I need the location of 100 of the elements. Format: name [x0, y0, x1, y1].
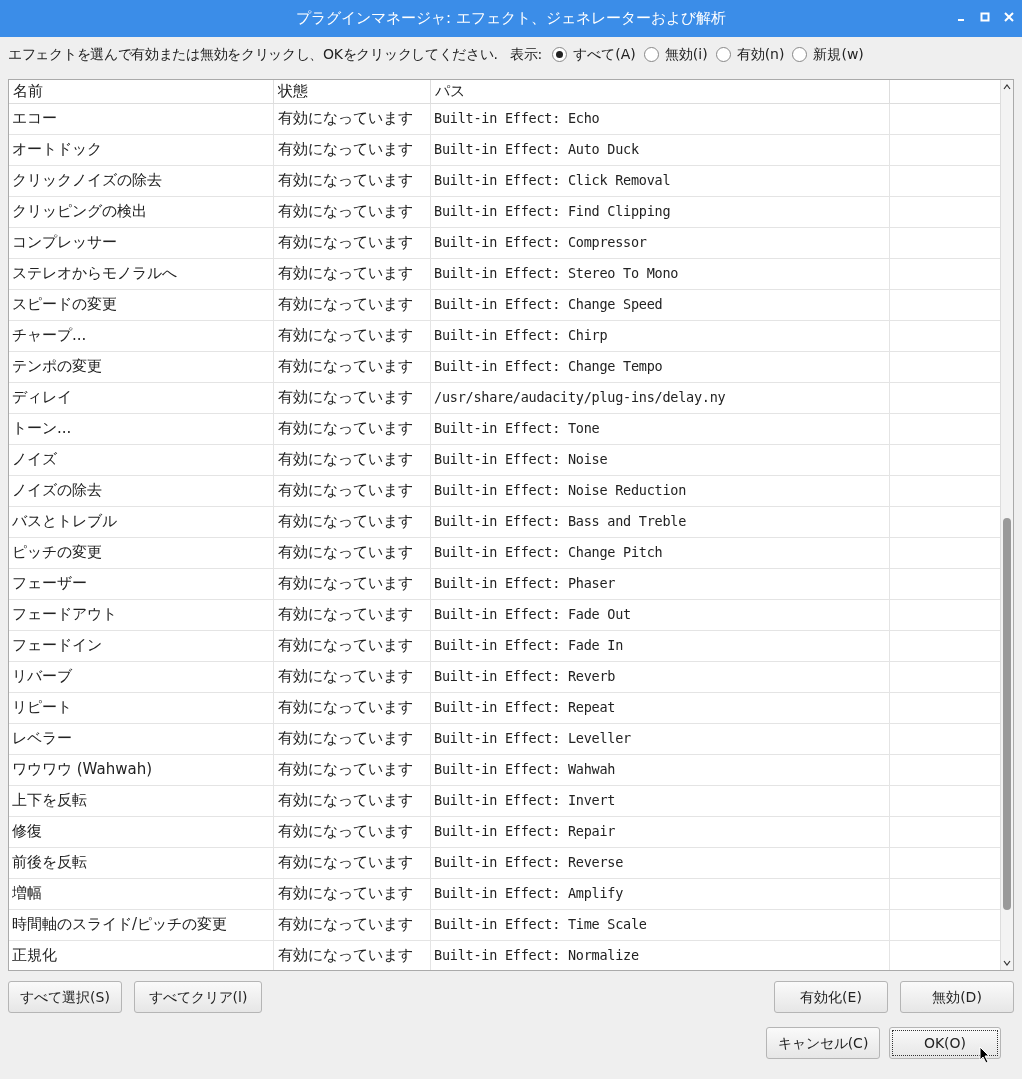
table-cell: 有効になっています: [274, 878, 431, 909]
table-cell: Built-in Effect: Wahwah: [431, 754, 890, 785]
table-cell: ピッチの変更: [9, 537, 274, 568]
table-cell: コンプレッサー: [9, 227, 274, 258]
close-icon[interactable]: [1004, 12, 1014, 22]
table-cell: 前後を反転: [9, 847, 274, 878]
column-header[interactable]: パス: [431, 80, 890, 103]
table-cell: 有効になっています: [274, 289, 431, 320]
table-cell: 有効になっています: [274, 692, 431, 723]
table-cell: 有効になっています: [274, 382, 431, 413]
window-title: プラグインマネージャ: エフェクト、ジェネレーターおよび解析: [296, 8, 726, 30]
radio-label[interactable]: すべて(A): [573, 43, 636, 65]
radio-label[interactable]: 有効(n): [736, 43, 785, 65]
table-cell: フェードイン: [9, 630, 274, 661]
table-cell: Built-in Effect: Click Removal: [431, 165, 890, 196]
table-cell: Built-in Effect: Noise: [431, 444, 890, 475]
table-cell: Built-in Effect: Invert: [431, 785, 890, 816]
table-cell: Built-in Effect: Fade In: [431, 630, 890, 661]
table-cell: 修復: [9, 816, 274, 847]
table-cell: 有効になっています: [274, 723, 431, 754]
table-cell: Built-in Effect: Reverse: [431, 847, 890, 878]
table-cell: 有効になっています: [274, 599, 431, 630]
table-cell: クリックノイズの除去: [9, 165, 274, 196]
table-cell: リバーブ: [9, 661, 274, 692]
table-cell: ノイズの除去: [9, 475, 274, 506]
column-header[interactable]: 名前: [9, 80, 274, 103]
table-cell: 有効になっています: [274, 816, 431, 847]
radio-button[interactable]: [792, 46, 808, 62]
table-cell: Built-in Effect: Normalize: [431, 940, 890, 970]
table-cell: レベラー: [9, 723, 274, 754]
radio-button[interactable]: [552, 46, 568, 62]
table-cell: 有効になっています: [274, 165, 431, 196]
table-cell: Built-in Effect: Repeat: [431, 692, 890, 723]
table-cell: 有効になっています: [274, 940, 431, 970]
table-cell: ワウワウ (Wahwah): [9, 754, 274, 785]
table-cell: チャープ...: [9, 320, 274, 351]
table-cell: バスとトレブル: [9, 506, 274, 537]
table-cell: 有効になっています: [274, 444, 431, 475]
push-button[interactable]: すべてクリア(l): [134, 981, 262, 1013]
maximize-icon[interactable]: [980, 12, 990, 22]
table-cell: Built-in Effect: Noise Reduction: [431, 475, 890, 506]
table-cell: 有効になっています: [274, 785, 431, 816]
table-cell: 増幅: [9, 878, 274, 909]
table-cell: Built-in Effect: Change Speed: [431, 289, 890, 320]
table-cell: Built-in Effect: Echo: [431, 103, 890, 134]
push-button[interactable]: 有効化(E): [774, 981, 888, 1013]
radio-label[interactable]: 無効(i): [664, 43, 708, 65]
table-cell: 有効になっています: [274, 630, 431, 661]
table-cell: 有効になっています: [274, 754, 431, 785]
table-cell: Built-in Effect: Leveller: [431, 723, 890, 754]
radio-button[interactable]: [643, 46, 659, 62]
table-cell: 有効になっています: [274, 847, 431, 878]
table-cell: 有効になっています: [274, 258, 431, 289]
push-button[interactable]: すべて選択(S): [8, 981, 122, 1013]
table-cell: Built-in Effect: Repair: [431, 816, 890, 847]
table-cell: Built-in Effect: Change Pitch: [431, 537, 890, 568]
table-cell: /usr/share/audacity/plug-ins/delay.ny: [431, 382, 890, 413]
filter-label: 表示:: [509, 44, 543, 64]
table-cell: 有効になっています: [274, 227, 431, 258]
table-cell: エコー: [9, 103, 274, 134]
table-cell: Built-in Effect: Tone: [431, 413, 890, 444]
table-cell: 有効になっています: [274, 103, 431, 134]
table-cell: 有効になっています: [274, 506, 431, 537]
table-cell: Built-in Effect: Change Tempo: [431, 351, 890, 382]
table-cell: ノイズ: [9, 444, 274, 475]
push-button[interactable]: 無効(D): [900, 981, 1014, 1013]
table-cell: 有効になっています: [274, 196, 431, 227]
table-cell: Built-in Effect: Time Scale: [431, 909, 890, 940]
table-cell: 時間軸のスライド/ピッチの変更: [9, 909, 274, 940]
table-cell: トーン...: [9, 413, 274, 444]
table-cell: 有効になっています: [274, 909, 431, 940]
table-cell: Built-in Effect: Compressor: [431, 227, 890, 258]
table-cell: リピート: [9, 692, 274, 723]
table-cell: 有効になっています: [274, 413, 431, 444]
table-cell: 正規化: [9, 940, 274, 970]
table-cell: Built-in Effect: Fade Out: [431, 599, 890, 630]
table-cell: 有効になっています: [274, 661, 431, 692]
radio-button[interactable]: [715, 46, 731, 62]
radio-label[interactable]: 新規(w): [813, 43, 864, 65]
mouse-cursor-icon: [979, 1046, 991, 1064]
table-cell: 上下を反転: [9, 785, 274, 816]
table-cell: 有効になっています: [274, 351, 431, 382]
table-cell: Built-in Effect: Bass and Treble: [431, 506, 890, 537]
table-cell: 有効になっています: [274, 537, 431, 568]
table-cell: Built-in Effect: Reverb: [431, 661, 890, 692]
table-cell: クリッピングの検出: [9, 196, 274, 227]
table-cell: ステレオからモノラルへ: [9, 258, 274, 289]
table-cell: フェーザー: [9, 568, 274, 599]
table-cell: Built-in Effect: Find Clipping: [431, 196, 890, 227]
table-cell: スピードの変更: [9, 289, 274, 320]
instruction-text: エフェクトを選んで有効または無効をクリックし、OKをクリックしてください.: [8, 44, 498, 64]
column-header[interactable]: 状態: [274, 80, 431, 103]
ok-button[interactable]: OK(O): [889, 1027, 1001, 1059]
table-cell: テンポの変更: [9, 351, 274, 382]
push-button[interactable]: キャンセル(C): [766, 1027, 880, 1059]
table-cell: 有効になっています: [274, 320, 431, 351]
table-cell: オートドック: [9, 134, 274, 165]
table-cell: 有効になっています: [274, 568, 431, 599]
table-cell: 有効になっています: [274, 475, 431, 506]
table-cell: Built-in Effect: Stereo To Mono: [431, 258, 890, 289]
